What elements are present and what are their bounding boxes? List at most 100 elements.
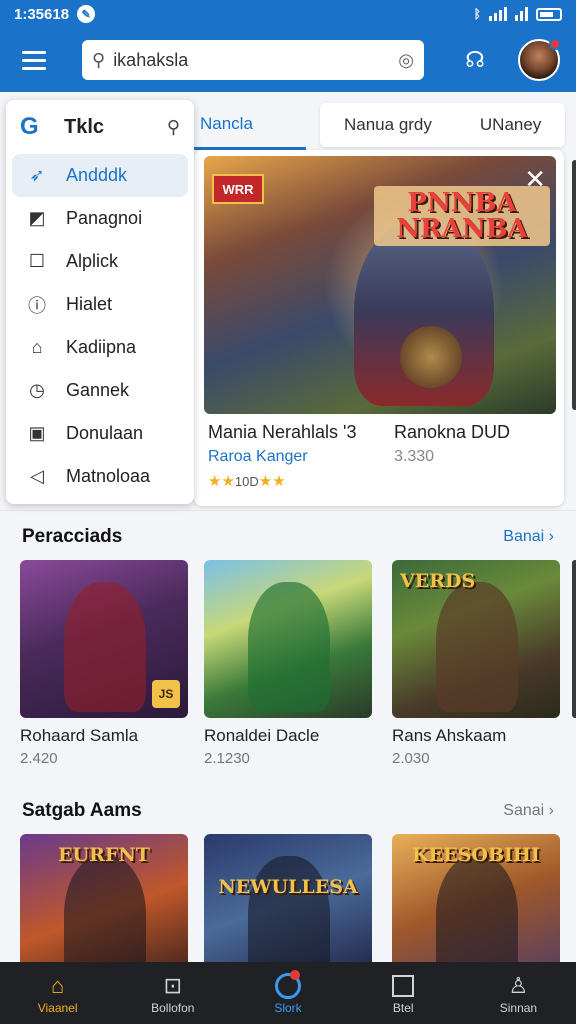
home-icon: ⌂ <box>31 337 43 357</box>
nav-label: Slork <box>274 1001 302 1015</box>
section-title: Peracciads <box>22 526 123 547</box>
avatar-notification-dot <box>549 38 561 50</box>
send-icon: ◁ <box>30 466 44 486</box>
nav-library[interactable]: ⊡ Bollofon <box>115 962 230 1024</box>
game-card[interactable]: Ronaldei Dacle 2.1230 <box>204 560 374 767</box>
featured-title: Mania Nerahlals '3 <box>208 422 357 442</box>
section-title: Satgab Aams <box>22 800 142 821</box>
drawer-item-label: Gannek <box>66 380 130 400</box>
nav-label: Btel <box>392 1001 414 1015</box>
drawer-item-1[interactable]: ➶ Andddk <box>12 154 188 197</box>
tab-1[interactable]: Nanua grdy <box>320 103 456 147</box>
rocket-icon: ➶ <box>29 165 45 185</box>
game-count: 2.030 <box>392 750 430 767</box>
app-bar: ⚲ ◎ ☊ <box>0 28 576 92</box>
game-badge: JS <box>152 680 180 708</box>
user-icon: ♙ <box>508 973 529 998</box>
drawer-item-5[interactable]: ⌂ Kadiipna <box>12 326 188 369</box>
featured-banner-image: WRR PNNBA NRANBA <box>204 156 556 414</box>
tab-active[interactable]: Nancla <box>192 100 306 150</box>
game-logo-text: VERDS <box>400 570 476 592</box>
game-thumbnail <box>204 560 372 718</box>
app-logo-icon: G <box>20 113 39 140</box>
section-header-recommended: Satgab Aams Sanai › <box>0 796 576 826</box>
support-icon[interactable]: ☊ <box>460 45 490 75</box>
nav-square[interactable]: Btel <box>346 962 461 1024</box>
drawer-header: G Tklc ⚲ <box>6 100 194 154</box>
drawer-item-3[interactable]: ☐ Alplick <box>12 240 188 283</box>
home-icon: ⌂ <box>50 973 65 998</box>
info-icon: ⓘ <box>28 295 46 316</box>
menu-icon[interactable] <box>14 40 54 80</box>
status-time: 1:35618 <box>14 5 70 23</box>
nav-label: Sinnan <box>499 1001 538 1015</box>
game-logo-text: EURFNT <box>58 844 150 866</box>
drawer-item-label: Andddk <box>66 165 128 185</box>
shield-graphic <box>400 326 462 388</box>
game-thumbnail: VERDS <box>392 560 560 718</box>
wifi-icon <box>515 7 528 21</box>
featured-count-secondary: 3.330 <box>394 448 435 465</box>
square-icon <box>392 971 415 1001</box>
bottom-navigation: ⌂ Viaanel ⊡ Bollofon Slork Btel ♙ Sinnan <box>0 962 576 1024</box>
download-icon: ▣ <box>28 423 46 443</box>
search-input[interactable] <box>113 49 399 71</box>
edit-icon: ◩ <box>28 208 46 228</box>
bluetooth-icon: ᛒ <box>473 7 481 21</box>
search-bar[interactable]: ⚲ ◎ <box>82 40 424 80</box>
drawer-item-2[interactable]: ◩ Panagnoi <box>12 197 188 240</box>
see-more-link[interactable]: Banai › <box>503 528 554 546</box>
next-card-peek[interactable] <box>572 560 576 718</box>
clock-icon: ◷ <box>29 380 45 400</box>
search-icon[interactable]: ⚲ <box>167 117 180 138</box>
next-card-peek[interactable] <box>572 160 576 410</box>
featured-logo: PNNBA NRANBA <box>374 186 550 246</box>
drawer-item-label: Donulaan <box>66 423 144 443</box>
navigation-drawer: G Tklc ⚲ ➶ Andddk ◩ Panagnoi ☐ Alplick ⓘ Hia… <box>6 100 194 504</box>
featured-rating-value: 10D <box>234 474 259 489</box>
section-divider <box>0 510 576 511</box>
nav-store[interactable]: Slork <box>230 962 345 1024</box>
avatar[interactable] <box>518 38 561 81</box>
nav-profile[interactable]: ♙ Sinnan <box>461 962 576 1024</box>
drawer-item-6[interactable]: ◷ Gannek <box>12 369 188 412</box>
featured-badge: WRR <box>212 174 264 204</box>
drawer-item-label: Hialet <box>66 294 113 314</box>
tab-group: Nanua grdy UNaney <box>320 103 566 147</box>
notification-icon: ✎ <box>77 5 96 23</box>
game-title: Rans Ahskaam <box>392 726 507 745</box>
drawer-item-4[interactable]: ⓘ Hialet <box>12 283 188 326</box>
game-title: Ronaldei Dacle <box>204 726 320 745</box>
star-icon: ★★ <box>208 473 235 490</box>
featured-card[interactable]: WRR PNNBA NRANBA ✕ Mania Nerahlals '3 Ra… <box>194 150 564 506</box>
featured-rating: ★★10D★★ <box>208 472 286 490</box>
terminal-icon: ⊡ <box>163 973 183 998</box>
star-icon: ★★ <box>258 473 286 490</box>
featured-carousel: WRR PNNBA NRANBA ✕ Mania Nerahlals '3 Ra… <box>194 150 576 506</box>
featured-subtitle[interactable]: Raroa Kanger <box>208 448 308 466</box>
drawer-title: Tklc <box>64 115 105 138</box>
signal-icon <box>489 7 507 21</box>
square-icon: ☐ <box>28 251 46 271</box>
nav-home[interactable]: ⌂ Viaanel <box>0 962 115 1024</box>
game-card[interactable]: JS Rohaard Samla 2.420 <box>20 560 190 767</box>
game-title: Rohaard Samla <box>20 726 139 745</box>
drawer-item-8[interactable]: ◁ Matnoloaa <box>12 455 188 498</box>
game-thumbnail: JS <box>20 560 188 718</box>
game-logo-text: NEWULLESA <box>218 876 358 898</box>
tab-2[interactable]: UNaney <box>456 103 565 147</box>
status-indicators: ᛒ <box>474 7 562 21</box>
game-card[interactable]: VERDS Rans Ahskaam 2.030 <box>392 560 562 767</box>
section-header-popular: Peracciads Banai › <box>0 522 576 552</box>
voice-search-icon[interactable]: ◎ <box>398 50 414 71</box>
featured-title-secondary: Ranokna DUD <box>394 422 511 442</box>
see-more-link[interactable]: Sanai › <box>503 802 554 820</box>
game-logo-text: KEESOBIHI <box>412 844 540 866</box>
drawer-item-label: Matnoloaa <box>66 466 151 486</box>
drawer-item-label: Panagnoi <box>66 208 143 228</box>
drawer-item-7[interactable]: ▣ Donulaan <box>12 412 188 455</box>
search-icon: ⚲ <box>92 49 106 70</box>
drawer-item-label: Kadiipna <box>66 337 137 357</box>
game-count: 2.420 <box>20 750 58 767</box>
close-icon[interactable]: ✕ <box>524 164 546 195</box>
